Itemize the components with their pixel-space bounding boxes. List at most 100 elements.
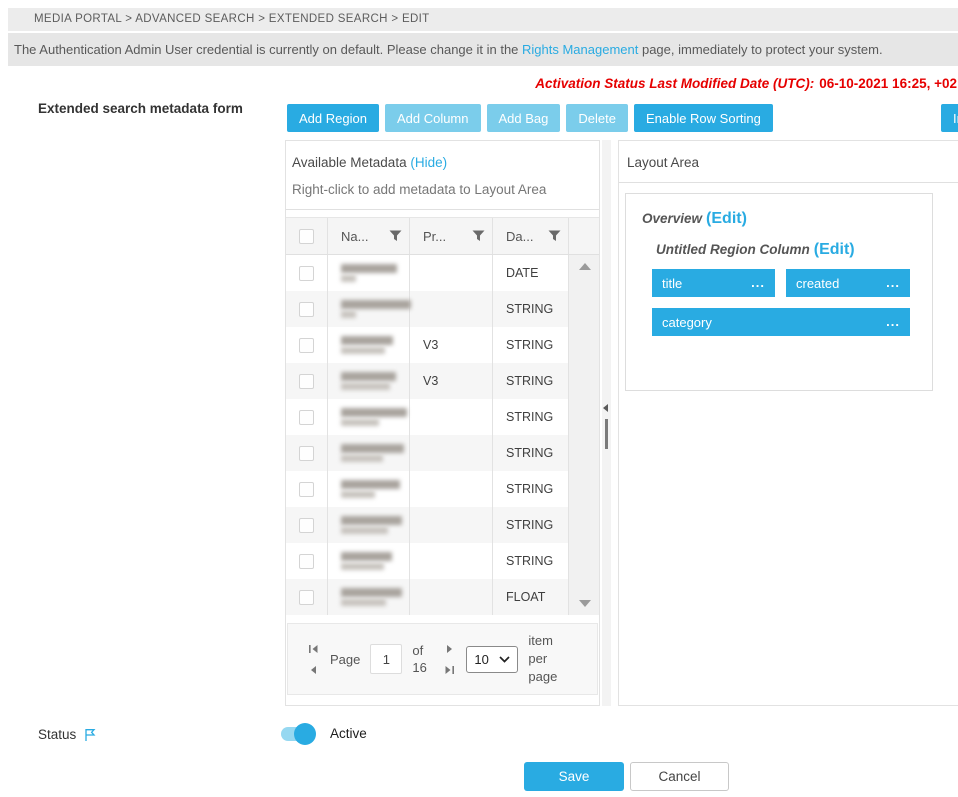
metadata-datatype: STRING: [493, 291, 569, 327]
page-size-select[interactable]: 10: [466, 646, 518, 673]
grid-body: DATE STRING V3 STRING V3 STR: [286, 255, 599, 615]
table-row[interactable]: V3 STRING: [286, 363, 599, 399]
row-checkbox[interactable]: [299, 302, 314, 317]
metadata-prefix: [410, 579, 493, 615]
layout-canvas[interactable]: Overview(Edit) Untitled Region Column(Ed…: [625, 193, 933, 391]
metadata-name-redacted: [328, 435, 410, 471]
row-checkbox[interactable]: [299, 266, 314, 281]
add-region-button[interactable]: Add Region: [287, 104, 379, 132]
metadata-prefix: [410, 543, 493, 579]
metadata-prefix: [410, 399, 493, 435]
column-header-prefix[interactable]: Pr...: [423, 229, 446, 244]
available-metadata-title: Available Metadata: [292, 155, 407, 170]
table-row[interactable]: STRING: [286, 543, 599, 579]
row-checkbox[interactable]: [299, 554, 314, 569]
row-checkbox[interactable]: [299, 518, 314, 533]
metadata-prefix: V3: [410, 327, 493, 363]
add-column-button[interactable]: Add Column: [385, 104, 481, 132]
table-row[interactable]: DATE: [286, 255, 599, 291]
activation-status-value: 06-10-2021 16:25, +02: [819, 76, 957, 91]
rights-management-link[interactable]: Rights Management: [522, 42, 638, 57]
row-checkbox[interactable]: [299, 338, 314, 353]
prev-page-icon[interactable]: [306, 664, 320, 676]
metadata-prefix: [410, 507, 493, 543]
metadata-datatype: STRING: [493, 399, 569, 435]
metadata-datatype: STRING: [493, 363, 569, 399]
panel-splitter[interactable]: [602, 140, 611, 706]
metadata-name-redacted: [328, 543, 410, 579]
table-row[interactable]: V3 STRING: [286, 327, 599, 363]
row-checkbox[interactable]: [299, 410, 314, 425]
region-edit-link[interactable]: (Edit): [814, 241, 855, 258]
delete-button[interactable]: Delete: [566, 104, 628, 132]
metadata-datatype: STRING: [493, 435, 569, 471]
add-bag-button[interactable]: Add Bag: [487, 104, 561, 132]
metadata-datatype: STRING: [493, 471, 569, 507]
splitter-drag-handle[interactable]: [605, 419, 608, 449]
scroll-up-icon[interactable]: [579, 263, 591, 270]
warning-text-before: The Authentication Admin User credential…: [14, 42, 522, 57]
metadata-datatype: FLOAT: [493, 579, 569, 615]
metadata-name-redacted: [328, 291, 410, 327]
column-header-datatype[interactable]: Da...: [506, 229, 533, 244]
metadata-name-redacted: [328, 579, 410, 615]
status-label: Status: [38, 727, 97, 742]
page-number-input[interactable]: [370, 644, 402, 674]
table-row[interactable]: STRING: [286, 291, 599, 327]
table-row[interactable]: STRING: [286, 471, 599, 507]
filter-icon[interactable]: [472, 230, 485, 242]
table-row[interactable]: STRING: [286, 399, 599, 435]
collapse-left-icon[interactable]: [603, 404, 608, 412]
row-checkbox[interactable]: [299, 590, 314, 605]
metadata-datatype: STRING: [493, 507, 569, 543]
row-checkbox[interactable]: [299, 374, 314, 389]
cancel-button[interactable]: Cancel: [630, 762, 729, 791]
hide-link[interactable]: (Hide): [410, 155, 447, 170]
chip-category[interactable]: category ...: [652, 308, 910, 336]
toggle-knob[interactable]: [294, 723, 316, 745]
items-per-page-label: item per page: [528, 632, 566, 686]
layout-toolbar: Add Region Add Column Add Bag Delete Ena…: [287, 104, 773, 132]
next-page-icon[interactable]: [442, 643, 456, 655]
chip-menu-icon[interactable]: ...: [751, 280, 765, 286]
row-checkbox[interactable]: [299, 482, 314, 497]
chip-label: created: [796, 276, 839, 291]
activation-status-label: Activation Status Last Modified Date (UT…: [535, 76, 814, 91]
save-button[interactable]: Save: [524, 762, 624, 791]
filter-icon[interactable]: [548, 230, 561, 242]
overview-edit-link[interactable]: (Edit): [706, 210, 747, 227]
activation-status-line: Activation Status Last Modified Date (UT…: [535, 76, 957, 91]
metadata-name-redacted: [328, 255, 410, 291]
chip-label: title: [662, 276, 682, 291]
metadata-datatype: STRING: [493, 327, 569, 363]
right-click-hint: Right-click to add metadata to Layout Ar…: [286, 182, 599, 210]
breadcrumb: MEDIA PORTAL > ADVANCED SEARCH > EXTENDE…: [8, 8, 958, 31]
status-toggle[interactable]: [281, 727, 313, 741]
filter-icon[interactable]: [389, 230, 402, 242]
chip-menu-icon[interactable]: ...: [886, 319, 900, 325]
chip-menu-icon[interactable]: ...: [886, 280, 900, 286]
table-row[interactable]: STRING: [286, 507, 599, 543]
row-checkbox[interactable]: [299, 446, 314, 461]
table-row[interactable]: FLOAT: [286, 579, 599, 615]
metadata-name-redacted: [328, 471, 410, 507]
grid-header: Na... Pr... Da...: [286, 217, 599, 255]
region-column-label: Untitled Region Column: [656, 242, 810, 257]
enable-row-sorting-button[interactable]: Enable Row Sorting: [634, 104, 773, 132]
divider: [619, 182, 958, 183]
column-header-name[interactable]: Na...: [341, 229, 368, 244]
chip-title[interactable]: title ...: [652, 269, 775, 297]
warning-text-after: page, immediately to protect your system…: [638, 42, 882, 57]
last-page-icon[interactable]: [442, 664, 456, 676]
metadata-name-redacted: [328, 399, 410, 435]
select-all-checkbox[interactable]: [299, 229, 314, 244]
page-label: Page: [330, 652, 360, 667]
first-page-icon[interactable]: [306, 643, 320, 655]
available-metadata-header: Available Metadata (Hide): [292, 155, 589, 170]
scroll-down-icon[interactable]: [579, 600, 591, 607]
table-row[interactable]: STRING: [286, 435, 599, 471]
metadata-prefix: [410, 435, 493, 471]
clipped-toolbar-button[interactable]: In: [941, 104, 958, 132]
chip-created[interactable]: created ...: [786, 269, 910, 297]
metadata-datatype: DATE: [493, 255, 569, 291]
